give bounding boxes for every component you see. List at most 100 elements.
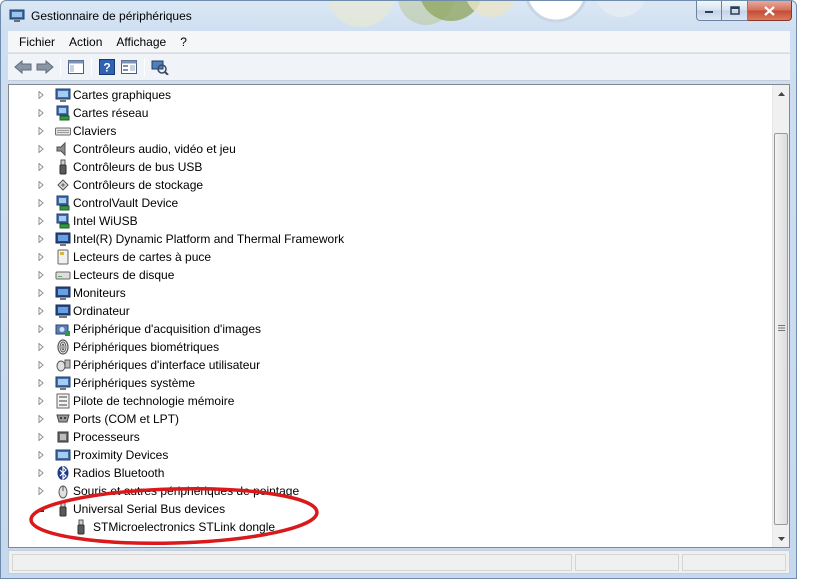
tree-node[interactable]: Lecteurs de disque [9, 266, 771, 284]
scan-hardware-button[interactable] [149, 56, 171, 78]
tree-node-child[interactable]: STMicroelectronics STLink dongle [9, 518, 771, 536]
expand-arrow-icon[interactable] [37, 199, 45, 207]
properties-button[interactable] [118, 56, 140, 78]
tree-node[interactable]: ControlVault Device [9, 194, 771, 212]
scroll-up-button[interactable] [773, 85, 789, 102]
scroll-down-button[interactable] [773, 530, 789, 547]
toolbar-separator [60, 58, 61, 76]
tree-node-label: Radios Bluetooth [73, 466, 165, 480]
tree-node[interactable]: Moniteurs [9, 284, 771, 302]
collapse-arrow-icon[interactable] [37, 505, 45, 513]
expand-arrow-icon[interactable] [37, 361, 45, 369]
expand-arrow-icon[interactable] [37, 307, 45, 315]
maximize-icon [729, 6, 740, 15]
expand-arrow-icon[interactable] [37, 217, 45, 225]
tree-node[interactable]: Intel(R) Dynamic Platform and Thermal Fr… [9, 230, 771, 248]
tree-node[interactable]: Contrôleurs audio, vidéo et jeu [9, 140, 771, 158]
fingerprint-icon [57, 339, 69, 355]
expand-arrow-icon[interactable] [37, 433, 45, 441]
tree-node[interactable]: Radios Bluetooth [9, 464, 771, 482]
tree-node-label: Ordinateur [73, 304, 130, 318]
tree-node[interactable]: Ordinateur [9, 302, 771, 320]
expand-arrow-icon[interactable] [37, 343, 45, 351]
menu-help[interactable]: ? [173, 35, 194, 49]
display-adapter-icon [55, 88, 71, 102]
tree-node-label: STMicroelectronics STLink dongle [93, 520, 276, 534]
tree-node[interactable]: Cartes graphiques [9, 86, 771, 104]
tree-node[interactable]: Universal Serial Bus devices [9, 500, 771, 518]
arrow-down-icon [778, 536, 785, 541]
expand-arrow-icon[interactable] [37, 397, 45, 405]
tree-node[interactable]: Ports (COM et LPT) [9, 410, 771, 428]
expand-arrow-icon[interactable] [37, 91, 45, 99]
scrollbar-thumb[interactable] [774, 133, 788, 525]
menu-fichier[interactable]: Fichier [12, 35, 62, 49]
menu-affichage[interactable]: Affichage [109, 35, 173, 49]
tree-node[interactable]: Souris et autres périphériques de pointa… [9, 482, 771, 500]
title-bar[interactable]: Gestionnaire de périphériques [1, 1, 796, 31]
tree-node-label: Périphériques système [73, 376, 196, 390]
network-device-icon [56, 195, 70, 211]
tree-node-label: Intel(R) Dynamic Platform and Thermal Fr… [73, 232, 345, 246]
help-button[interactable]: ? [96, 56, 118, 78]
tree-node[interactable]: Périphériques biométriques [9, 338, 771, 356]
tree-node[interactable]: Périphériques système [9, 374, 771, 392]
expand-arrow-icon[interactable] [37, 415, 45, 423]
tree-node[interactable]: Contrôleurs de bus USB [9, 158, 771, 176]
tree-node-label: Contrôleurs de stockage [73, 178, 204, 192]
expand-arrow-icon[interactable] [37, 145, 45, 153]
tree-node[interactable]: Proximity Devices [9, 446, 771, 464]
expand-arrow-icon[interactable] [37, 289, 45, 297]
tree-node[interactable]: Claviers [9, 122, 771, 140]
tree-node[interactable]: Périphérique d'acquisition d'images [9, 320, 771, 338]
expand-arrow-icon[interactable] [37, 271, 45, 279]
toolbar-separator [144, 58, 145, 76]
show-hide-tree-button[interactable] [65, 56, 87, 78]
forward-button[interactable] [34, 56, 56, 78]
expand-arrow-icon[interactable] [37, 325, 45, 333]
tree-node-label: Pilote de technologie mémoire [73, 394, 235, 408]
expand-arrow-icon[interactable] [37, 379, 45, 387]
maximize-button[interactable] [722, 1, 748, 21]
bluetooth-icon [57, 465, 69, 481]
help-icon: ? [99, 59, 115, 75]
expand-arrow-icon[interactable] [37, 253, 45, 261]
forward-icon [36, 60, 54, 74]
tree-node-label: Périphérique d'acquisition d'images [73, 322, 262, 336]
expand-arrow-icon[interactable] [37, 235, 45, 243]
monitor-icon [55, 232, 71, 246]
tree-node[interactable]: Périphériques d'interface utilisateur [9, 356, 771, 374]
vertical-scrollbar[interactable] [772, 85, 789, 547]
expand-arrow-icon[interactable] [37, 163, 45, 171]
tree-node[interactable]: Pilote de technologie mémoire [9, 392, 771, 410]
tree-node[interactable]: Processeurs [9, 428, 771, 446]
processor-icon [57, 431, 69, 443]
minimize-button[interactable] [696, 1, 722, 21]
tree-node[interactable]: Cartes réseau [9, 104, 771, 122]
memory-icon [56, 393, 70, 409]
tree-node-label: Contrôleurs de bus USB [73, 160, 203, 174]
device-tree: Cartes graphiques Cartes réseau Claviers Co… [9, 86, 771, 536]
tree-node[interactable]: Intel WiUSB [9, 212, 771, 230]
computer-icon [55, 304, 71, 318]
menu-action[interactable]: Action [62, 35, 109, 49]
expand-arrow-icon[interactable] [37, 469, 45, 477]
device-tree-pane: Cartes graphiques Cartes réseau Claviers Co… [8, 84, 790, 548]
tree-node[interactable]: Lecteurs de cartes à puce [9, 248, 771, 266]
tree-node-label: Cartes graphiques [73, 88, 172, 102]
show-hide-tree-icon [68, 60, 84, 74]
close-button[interactable] [748, 1, 792, 21]
expand-arrow-icon[interactable] [37, 181, 45, 189]
expand-arrow-icon[interactable] [37, 487, 45, 495]
port-icon [56, 414, 70, 423]
tree-node[interactable]: Contrôleurs de stockage [9, 176, 771, 194]
back-button[interactable] [12, 56, 34, 78]
status-panel-2 [575, 554, 679, 571]
expand-arrow-icon[interactable] [37, 109, 45, 117]
tree-node-label: Moniteurs [73, 286, 126, 300]
expand-arrow-icon[interactable] [37, 127, 45, 135]
title-background-art [327, 1, 645, 27]
usb-icon [59, 159, 67, 175]
tree-node-label: Proximity Devices [73, 448, 169, 462]
expand-arrow-icon[interactable] [37, 451, 45, 459]
